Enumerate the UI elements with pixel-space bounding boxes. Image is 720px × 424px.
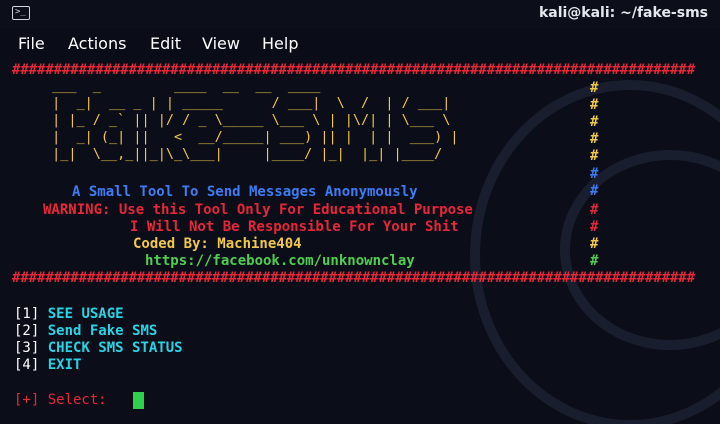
- option-label: Send Fake SMS: [47, 323, 158, 339]
- banner-hash: #: [590, 80, 599, 96]
- banner-hash: #: [590, 97, 599, 113]
- banner-hash: #: [590, 114, 599, 130]
- menu-option-1: [1] SEE USAGE: [14, 306, 124, 323]
- window-title: kali@kali: ~/fake-sms: [538, 5, 708, 21]
- option-number: [2]: [14, 323, 40, 339]
- menu-view[interactable]: View: [202, 34, 240, 53]
- option-label: CHECK SMS STATUS: [47, 340, 183, 356]
- menu-help[interactable]: Help: [262, 34, 298, 53]
- menu-option-4: [4] EXIT: [14, 357, 81, 374]
- banner-hash: #: [590, 253, 599, 269]
- title-bar: >_ kali@kali: ~/fake-sms: [0, 0, 720, 29]
- banner-hash: #: [590, 202, 599, 218]
- terminal-cursor[interactable]: [133, 392, 144, 409]
- banner-bottom-border: ########################################…: [12, 270, 695, 286]
- tagline: A Small Tool To Send Messages Anonymousl…: [72, 184, 418, 200]
- ascii-art-line-1: ___ _ ____ __ __ ____: [44, 78, 321, 94]
- banner-top-border: ########################################…: [12, 62, 695, 78]
- banner-hash: #: [590, 183, 599, 199]
- author-url[interactable]: https://facebook.com/unknownclay: [145, 253, 415, 270]
- menu-edit[interactable]: Edit: [150, 34, 181, 53]
- option-number: [3]: [14, 340, 40, 356]
- menu-option-2: [2] Send Fake SMS: [14, 323, 157, 340]
- option-label: EXIT: [47, 357, 82, 373]
- ascii-art-line-4: | _| (_| || < __/_____| ___) || | | | __…: [44, 129, 459, 145]
- terminal-icon[interactable]: >_: [12, 6, 30, 20]
- ascii-art-line-2: | _| __ _ | | _____ / ___| \ / | / ___|: [44, 95, 451, 111]
- coded-by: Coded By: Machine404: [133, 236, 302, 252]
- banner-hash: #: [590, 166, 599, 182]
- option-number: [1]: [14, 306, 40, 322]
- menu-actions[interactable]: Actions: [68, 34, 126, 53]
- select-prompt: [+] Select:: [14, 392, 107, 408]
- banner-hash: #: [590, 236, 599, 252]
- ascii-art-line-5: |_| \__,_||_|\_\___| |____/ |_| |_| |___…: [44, 146, 443, 162]
- banner-hash: #: [590, 148, 599, 164]
- banner-hash: #: [590, 219, 599, 235]
- menu-bar: File Actions Edit View Help: [0, 28, 720, 60]
- terminal-output[interactable]: ########################################…: [0, 60, 720, 424]
- warning-line-1: WARNING: Use this Tool Only For Educatio…: [43, 202, 473, 218]
- menu-option-3: [3] CHECK SMS STATUS: [14, 340, 183, 357]
- menu-file[interactable]: File: [18, 34, 45, 53]
- banner-hash: #: [590, 131, 599, 147]
- warning-line-2: I Will Not Be Responsible For Your Shit: [130, 219, 459, 235]
- ascii-art-line-3: | |_ / _` || |/ / _ \_____ \___ \ | |\/|…: [44, 112, 451, 128]
- option-number: [4]: [14, 357, 40, 373]
- option-label: SEE USAGE: [47, 306, 124, 322]
